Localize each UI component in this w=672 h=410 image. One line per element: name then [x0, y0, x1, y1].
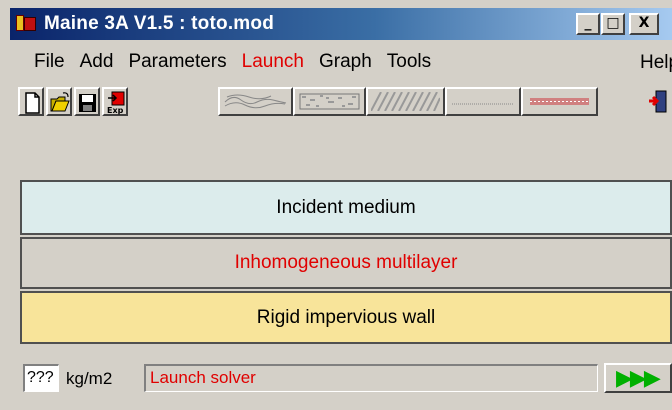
app-logo-icon: [14, 12, 40, 36]
porous-layer-button[interactable]: [293, 87, 366, 116]
toolbar: Exp: [10, 84, 672, 122]
window-title: Maine 3A V1.5 : toto.mod: [44, 13, 275, 34]
status-message: Launch solver: [144, 364, 598, 392]
export-icon: Exp: [107, 91, 125, 115]
run-solver-button[interactable]: ▶▶▶: [604, 363, 672, 393]
septum-layer-button[interactable]: [521, 87, 598, 116]
export-button[interactable]: Exp: [102, 87, 128, 116]
menu-launch[interactable]: Launch: [242, 51, 304, 73]
multilayer-label: Inhomogeneous multilayer: [234, 252, 458, 273]
fluid-layer-button[interactable]: [218, 87, 293, 116]
incident-medium-label: Incident medium: [276, 196, 416, 218]
menu-parameters[interactable]: Parameters: [128, 51, 226, 73]
septum-pattern-icon: [530, 98, 589, 105]
fluid-pattern-icon: [224, 94, 287, 109]
new-file-button[interactable]: [18, 87, 44, 116]
title-bar[interactable]: Maine 3A V1.5 : toto.mod _ □ X: [10, 8, 672, 40]
screen-pattern-icon: [452, 103, 514, 105]
save-button[interactable]: [74, 87, 100, 116]
svg-text:Exp: Exp: [107, 106, 124, 115]
solid-pattern-icon: [371, 92, 440, 111]
menu-file[interactable]: File: [34, 51, 65, 73]
menu-bar: File Add Parameters Launch Graph Tools H…: [10, 44, 672, 80]
open-file-button[interactable]: [46, 87, 72, 116]
open-folder-icon: [50, 92, 70, 112]
porous-pattern-icon: [299, 93, 360, 110]
new-file-icon: [25, 92, 40, 114]
incident-medium-layer[interactable]: Incident medium: [20, 180, 672, 235]
rigid-wall-label: Rigid impervious wall: [256, 306, 436, 328]
minimize-button[interactable]: _: [576, 13, 600, 35]
menu-graph[interactable]: Graph: [319, 51, 372, 73]
app-window: Maine 3A V1.5 : toto.mod _ □ X File Add …: [0, 0, 672, 410]
status-bar: ??? kg/m2 Launch solver ▶▶▶: [20, 360, 672, 394]
play-arrows-icon: ▶▶▶: [616, 366, 661, 391]
maximize-button[interactable]: □: [601, 13, 625, 35]
close-button[interactable]: X: [629, 13, 659, 35]
solid-layer-button[interactable]: [366, 87, 445, 116]
menu-add[interactable]: Add: [80, 51, 114, 73]
menu-tools[interactable]: Tools: [387, 51, 431, 73]
surface-mass-unit: kg/m2: [66, 369, 113, 388]
save-disk-icon: [79, 94, 96, 112]
screen-layer-button[interactable]: [445, 87, 521, 116]
inhomogeneous-multilayer[interactable]: Inhomogeneous multilayer: [20, 237, 672, 289]
menu-help[interactable]: Help: [640, 52, 672, 74]
surface-mass-field: ???: [23, 364, 59, 392]
exit-button[interactable]: [646, 87, 672, 116]
exit-door-icon: [649, 90, 667, 113]
rigid-wall-layer[interactable]: Rigid impervious wall: [20, 291, 672, 344]
